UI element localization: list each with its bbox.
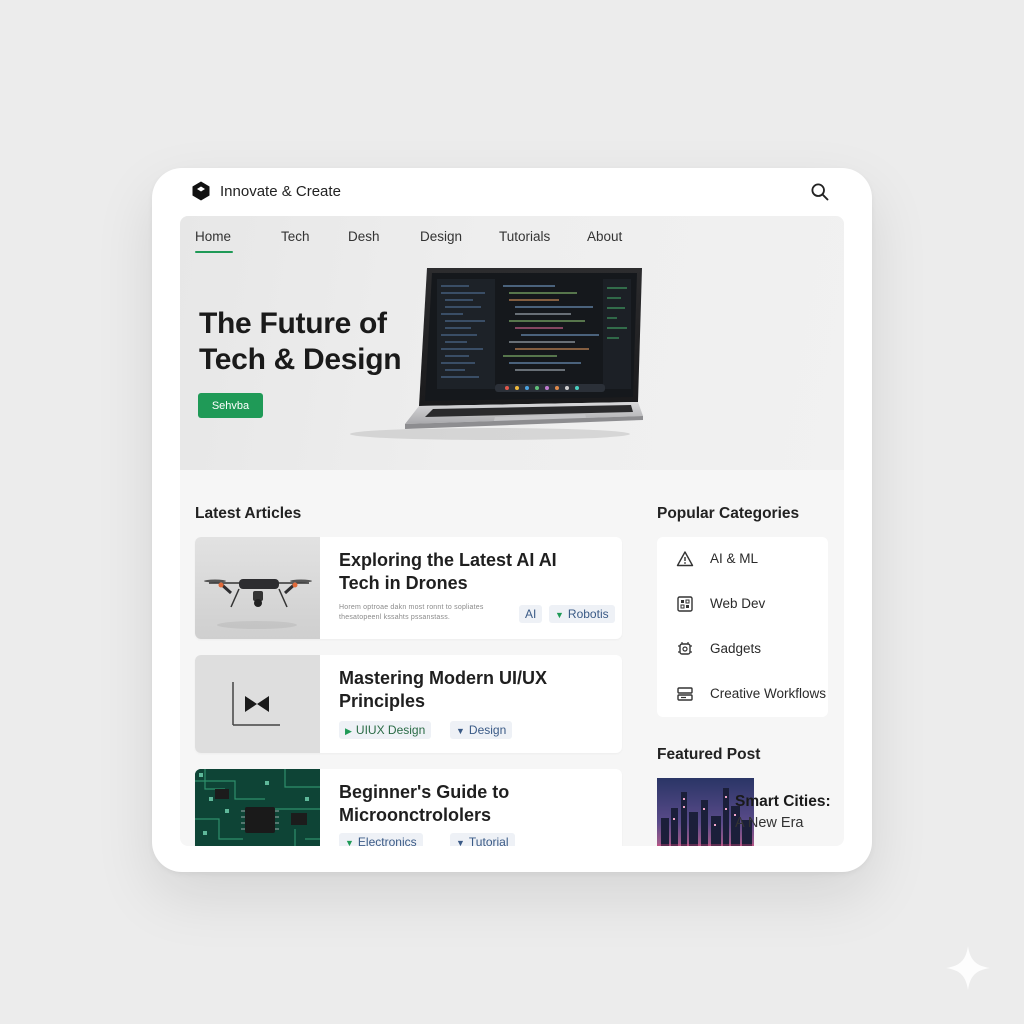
brand-logo-icon — [192, 181, 210, 201]
nav-tutorials[interactable]: Tutorials — [499, 229, 550, 244]
tag-marker-icon: ▼ — [456, 838, 465, 846]
category-gadgets[interactable]: Gadgets — [657, 629, 828, 669]
ai-ml-icon — [676, 551, 694, 567]
web-dev-icon — [677, 596, 693, 612]
article-card[interactable]: Mastering Modern UI/UX Principles ▶ UIUX … — [195, 655, 622, 753]
article-excerpt: Horem optroae dakn most ronnt to sopliat… — [339, 604, 484, 621]
article-tag[interactable]: AI — [519, 605, 543, 623]
brand-name: Innovate & Create — [220, 182, 341, 200]
brand[interactable]: Innovate & Create — [190, 180, 341, 202]
article-title: Beginner's Guide to Microonctrololers — [339, 782, 510, 825]
tag-marker-icon: ▼ — [555, 610, 564, 620]
category-web-dev[interactable]: Web Dev — [657, 584, 828, 624]
article-tag[interactable]: ▶ UIUX Design — [339, 721, 432, 739]
nav-desh[interactable]: Desh — [348, 229, 380, 244]
hero-cta-button[interactable]: Sehvba — [198, 393, 263, 418]
app-window: Innovate & Create Home Tech Desh Design … — [152, 168, 872, 872]
article-tag[interactable]: ▼ Robotis — [549, 605, 615, 623]
article-card[interactable]: Exploring the Latest AI AI Tech in Drone… — [195, 537, 622, 639]
article-title: Exploring the Latest AI AI Tech in Drone… — [339, 550, 557, 593]
gadgets-icon — [678, 642, 692, 655]
nav-tech[interactable]: Tech — [281, 229, 310, 244]
article-card[interactable]: Beginner's Guide to Microonctrololers ▼ E… — [195, 769, 622, 846]
article-tag[interactable]: ▼ Electronics — [339, 833, 423, 846]
latest-articles-heading: Latest Articles — [195, 505, 302, 522]
top-bar: Innovate & Create — [152, 168, 872, 216]
smart-city-image[interactable] — [657, 778, 754, 846]
sparkle-icon — [946, 946, 990, 990]
featured-post-title[interactable]: Smart Cities: — [735, 793, 831, 811]
laptop-image — [350, 268, 643, 440]
featured-post-subtitle: A New Era — [735, 815, 804, 831]
article-tag[interactable]: ▼ Design — [450, 721, 513, 739]
category-creative-workflows[interactable]: Creative Workflows — [657, 674, 828, 714]
circuit-board-image — [195, 769, 320, 846]
ui-principles-image — [195, 655, 320, 753]
drone-image — [195, 537, 320, 639]
categories-panel: AI & ML Web Dev Gadgets Creative Workflo… — [657, 537, 828, 717]
hero-banner: Home Tech Desh Design Tutorials About Th… — [180, 216, 844, 470]
category-ai-ml[interactable]: AI & ML — [657, 539, 828, 579]
creative-workflows-icon — [677, 687, 693, 701]
featured-post-heading: Featured Post — [657, 746, 761, 763]
main-content: Home Tech Desh Design Tutorials About Th… — [180, 216, 844, 846]
nav-home[interactable]: Home — [195, 229, 234, 253]
tag-marker-icon: ▼ — [456, 726, 465, 736]
search-icon[interactable] — [810, 182, 830, 202]
tag-marker-icon: ▼ — [345, 838, 354, 846]
article-title: Mastering Modern UI/UX Principles — [339, 668, 548, 711]
article-tag[interactable]: ▼ Tutorial — [450, 833, 515, 846]
tag-marker-icon: ▶ — [345, 726, 352, 736]
popular-categories-heading: Popular Categories — [657, 505, 800, 522]
nav-design[interactable]: Design — [420, 229, 462, 244]
nav-about[interactable]: About — [587, 229, 622, 244]
